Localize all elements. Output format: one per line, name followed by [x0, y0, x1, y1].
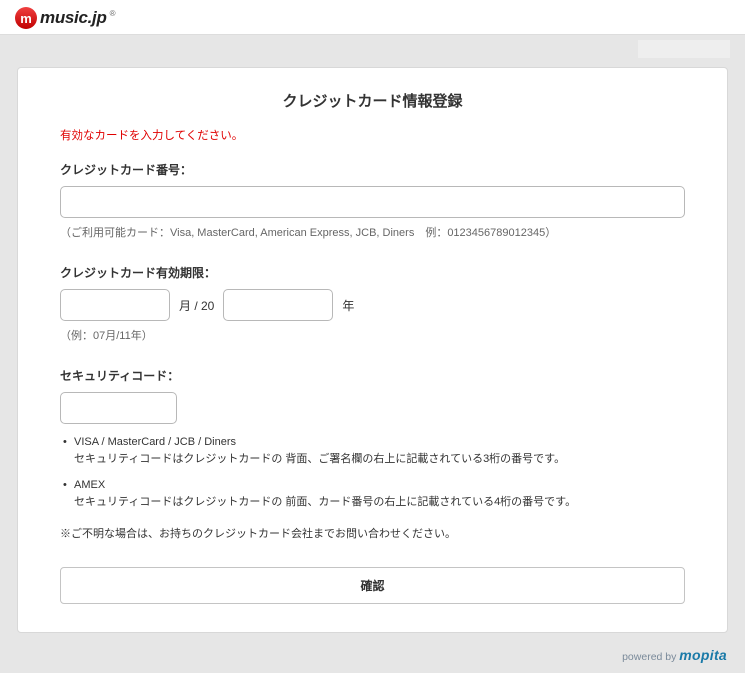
subheader-placeholder [638, 40, 730, 58]
cvv-bullet-title: AMEX [74, 477, 685, 494]
expiry-label: クレジットカード有効期限： [60, 264, 685, 281]
site-header: m music.jp ® [0, 0, 745, 35]
expiry-year-input[interactable] [223, 289, 333, 321]
submit-row: 確認 [60, 567, 685, 604]
expiry-sep-month: 月 / 20 [179, 297, 214, 314]
logo-registered: ® [110, 9, 116, 18]
cvv-bullet: AMEX セキュリティコードはクレジットカードの 前面、カード番号の右上に記載さ… [60, 477, 685, 511]
card-number-input[interactable] [60, 186, 685, 218]
submit-button[interactable]: 確認 [60, 567, 685, 604]
footer: powered by mopita [0, 645, 745, 673]
expiry-hint: （例：07月/11年） [60, 327, 685, 343]
cvv-label: セキュリティコード： [60, 367, 685, 384]
cvv-bullets: VISA / MasterCard / JCB / Diners セキュリティコ… [60, 434, 685, 511]
error-message: 有効なカードを入力してください。 [60, 127, 685, 143]
form-card: クレジットカード情報登録 有効なカードを入力してください。 クレジットカード番号… [17, 67, 728, 633]
expiry-month-input[interactable] [60, 289, 170, 321]
expiry-row: 月 / 20 年 [60, 289, 685, 321]
expiry-sep-year: 年 [342, 297, 354, 314]
subheader [0, 35, 745, 61]
cvv-input[interactable] [60, 392, 177, 424]
logo-text: music.jp [40, 8, 107, 28]
cvv-section: セキュリティコード： VISA / MasterCard / JCB / Din… [60, 367, 685, 541]
cvv-bullet: VISA / MasterCard / JCB / Diners セキュリティコ… [60, 434, 685, 468]
cvv-bullet-desc: セキュリティコードはクレジットカードの 背面、ご署名欄の右上に記載されている3桁… [74, 453, 565, 465]
content-area: クレジットカード情報登録 有効なカードを入力してください。 クレジットカード番号… [0, 61, 745, 645]
powered-by-text: powered by [622, 651, 679, 663]
cvv-bullet-desc: セキュリティコードはクレジットカードの 前面、カード番号の右上に記載されている4… [74, 496, 576, 508]
logo-icon: m [15, 7, 37, 29]
expiry-section: クレジットカード有効期限： 月 / 20 年 （例：07月/11年） [60, 264, 685, 343]
mopita-brand: mopita [679, 647, 727, 663]
page-title: クレジットカード情報登録 [60, 90, 685, 111]
cvv-note: ※ご不明な場合は、お持ちのクレジットカード会社までお問い合わせください。 [60, 525, 685, 541]
logo: m music.jp ® [15, 7, 730, 29]
cvv-bullet-title: VISA / MasterCard / JCB / Diners [74, 434, 685, 451]
card-number-label: クレジットカード番号： [60, 161, 685, 178]
card-number-hint: （ご利用可能カード：Visa, MasterCard, American Exp… [60, 224, 685, 240]
card-number-section: クレジットカード番号： （ご利用可能カード：Visa, MasterCard, … [60, 161, 685, 240]
